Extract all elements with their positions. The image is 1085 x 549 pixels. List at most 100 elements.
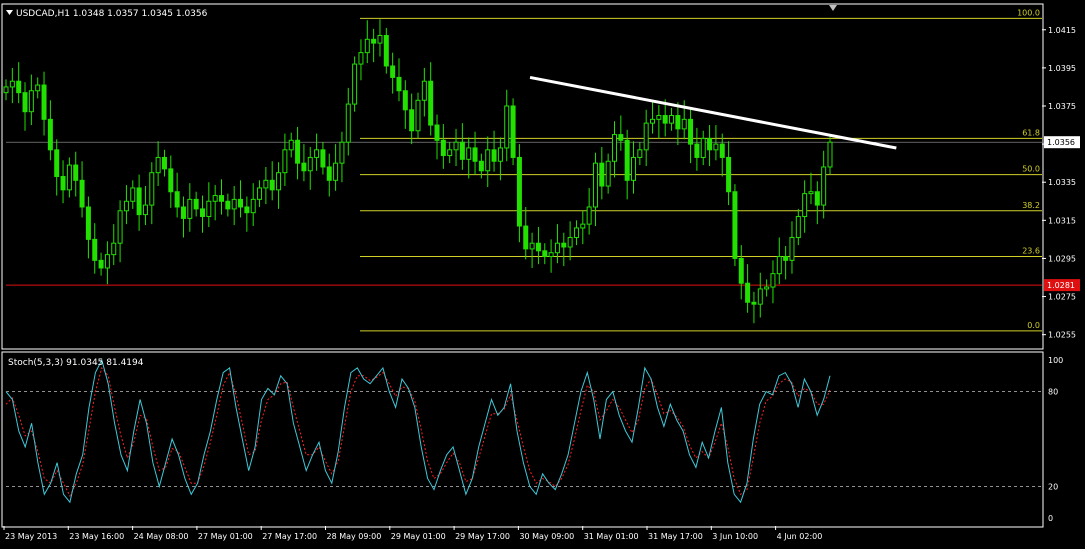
candle-body — [60, 176, 66, 191]
candle-body — [675, 115, 681, 130]
fib-level-label: 38.2 — [1022, 201, 1040, 210]
candle-body — [187, 198, 193, 219]
stochastic-layer[interactable] — [5, 358, 1042, 504]
candle-body — [377, 34, 383, 44]
candle-body — [301, 162, 307, 172]
candle-body — [504, 105, 510, 149]
stochastic-axis-label: 100 — [1048, 356, 1063, 365]
time-axis-label: 3 Jun 10:00 — [712, 532, 758, 541]
candle-body — [199, 208, 205, 218]
candle-body — [586, 206, 592, 225]
candle-body — [707, 137, 713, 151]
stochastic-frame — [1, 351, 1044, 528]
candle-body — [745, 282, 751, 303]
chart-svg[interactable]: 100.0 61.8 50.0 38.2 23.6 0.0 1.0415 1.0395 1.0… — [0, 0, 1085, 545]
candle-body — [808, 191, 814, 195]
candle-body — [453, 141, 459, 151]
candle-body — [605, 160, 611, 187]
candle-body — [41, 84, 47, 120]
candle-body — [814, 191, 820, 206]
time-axis-label: 28 May 09:00 — [327, 532, 382, 541]
chart-window[interactable]: 100.0 61.8 50.0 38.2 23.6 0.0 1.0415 1.0395 1.0… — [0, 0, 1085, 545]
candle-body — [516, 156, 522, 227]
candle-body — [79, 179, 85, 208]
candle-body — [371, 38, 377, 44]
candle-body — [459, 141, 465, 160]
candle-body — [98, 259, 104, 269]
candle-body — [713, 143, 719, 151]
candle-body — [466, 147, 472, 160]
candle-body — [66, 164, 72, 191]
candle-body — [738, 257, 744, 284]
candle-body — [643, 122, 649, 151]
candle-body — [326, 166, 332, 181]
fib-level-label: 50.0 — [1022, 165, 1040, 174]
candle-body — [535, 242, 541, 252]
candle-body — [478, 160, 484, 172]
fib-level-label: 0.0 — [1027, 321, 1040, 330]
candle-body — [618, 134, 624, 141]
current-price-label: 1.0356 — [1047, 138, 1075, 147]
candle-body — [821, 166, 827, 206]
candle-body — [631, 156, 637, 181]
candle-body — [257, 187, 263, 200]
time-axis-label: 24 May 08:00 — [134, 532, 189, 541]
time-axis-label: 31 May 17:00 — [648, 532, 703, 541]
trendline[interactable] — [529, 75, 897, 150]
candle-body — [111, 242, 117, 256]
candle-body — [662, 115, 668, 124]
chart-menu-triangle-icon[interactable] — [6, 10, 13, 15]
price-axis-label: 1.0415 — [1048, 26, 1076, 35]
candle-body — [117, 210, 123, 244]
candle-body — [54, 149, 60, 177]
candle-body — [732, 191, 738, 259]
price-axis-label: 1.0255 — [1048, 331, 1076, 340]
time-axis-label: 4 Jun 02:00 — [777, 532, 823, 541]
candle-body — [611, 134, 617, 162]
candle-body — [22, 92, 28, 113]
candle-body — [136, 187, 142, 216]
candle-body — [447, 149, 453, 157]
price-axis-label: 1.0315 — [1048, 216, 1076, 225]
candle-body — [656, 115, 662, 120]
time-axis-label: 27 May 17:00 — [262, 532, 317, 541]
stochastic-axis-label: 20 — [1048, 482, 1058, 491]
candle-body — [352, 63, 358, 105]
candle-body — [28, 90, 34, 113]
candle-body — [9, 80, 15, 88]
candle-body — [238, 198, 244, 208]
main-chart-layer[interactable]: 100.0 61.8 50.0 38.2 23.6 0.0 — [3, 8, 1042, 332]
candle-body — [180, 206, 186, 219]
candle-body — [624, 139, 630, 181]
stochastic-axis-label: 80 — [1048, 388, 1058, 397]
candle-body — [554, 242, 560, 254]
stochastic-main-line — [5, 358, 831, 504]
candle-body — [669, 115, 675, 124]
candle-body — [428, 80, 434, 126]
candle-body — [333, 162, 339, 181]
candle-body — [719, 143, 725, 158]
candle-body — [92, 238, 98, 261]
candle-body — [155, 156, 161, 174]
time-axis-label: 23 May 16:00 — [69, 532, 124, 541]
candle-body — [307, 156, 313, 172]
candle-body — [770, 273, 776, 288]
time-axis-label: 30 May 09:00 — [519, 532, 574, 541]
candle-body — [174, 191, 180, 208]
candle-body — [269, 179, 275, 191]
candle-body — [440, 139, 446, 157]
candle-body — [827, 141, 833, 168]
candle-body — [320, 149, 326, 168]
candle-body — [288, 139, 294, 151]
candle-body — [47, 118, 53, 151]
candle-body — [637, 149, 643, 158]
chart-shift-marker-icon[interactable] — [829, 5, 837, 11]
candle-body — [104, 254, 110, 269]
candle-body — [599, 162, 605, 187]
time-axis-label: 29 May 17:00 — [455, 532, 510, 541]
candle-body — [16, 80, 22, 94]
stochastic-signal-line — [5, 366, 831, 498]
candle-body — [383, 34, 389, 67]
candle-body — [123, 200, 129, 212]
candle-body — [130, 187, 136, 202]
